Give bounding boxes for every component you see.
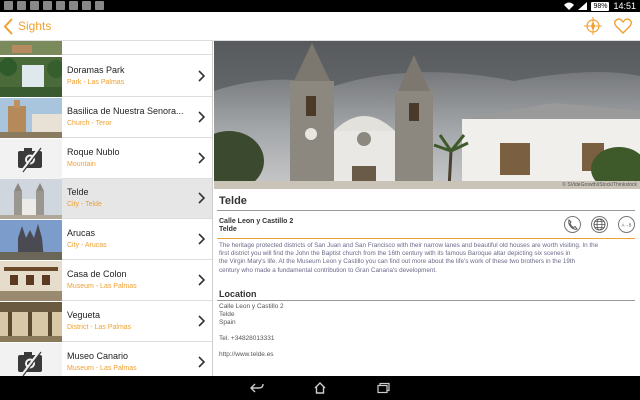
chevron-right-icon [198, 315, 205, 327]
favorite-heart-icon[interactable] [614, 18, 632, 34]
list-item-title: Casa de Colon [67, 269, 127, 279]
detail-title: Telde [219, 195, 247, 207]
directions-button[interactable]: A→B [618, 216, 635, 233]
list-item-title: Doramas Park [67, 65, 125, 75]
back-chevron-icon[interactable] [3, 18, 15, 35]
thumbnail-image [0, 179, 62, 219]
battery-indicator: 98% [591, 1, 610, 11]
thumbnail-image [0, 261, 62, 301]
list-item-title: Telde [67, 187, 89, 197]
back-nav-icon[interactable] [250, 382, 264, 394]
list-item-subtitle: City - Arucas [67, 242, 107, 249]
photo-credit: © SVideGrowth/iStock/Thinkstock [562, 182, 637, 188]
notification-icon [4, 1, 13, 10]
website-button[interactable] [591, 216, 608, 233]
list-item-arucas[interactable]: Arucas City - Arucas [0, 220, 212, 260]
thumbnail-placeholder [0, 343, 62, 376]
location-street: Calle Leon y Castillo 2 [219, 303, 284, 310]
clock: 14:51 [613, 1, 636, 11]
app-root: 98% 14:51 Sights Doramas Park Park - Las… [0, 0, 640, 400]
chevron-right-icon [198, 192, 205, 204]
phone-icon [568, 219, 578, 230]
list-item-title: Roque Nublo [67, 147, 120, 157]
address-city: Telde [219, 226, 237, 233]
divider [217, 300, 635, 301]
location-heading: Location [219, 289, 257, 299]
thumbnail-image [0, 302, 62, 342]
status-bar: 98% 14:51 [0, 0, 640, 12]
phone-number[interactable]: Tel. +34828013331 [219, 335, 274, 342]
camera-icon [18, 146, 42, 173]
compass-icon[interactable] [584, 17, 602, 35]
chevron-right-icon [198, 356, 205, 368]
notification-icon [95, 1, 104, 10]
list-item-subtitle: Museum - Las Palmas [67, 365, 137, 372]
list-item-title: Basilica de Nuestra Senora... [67, 106, 184, 116]
list-item[interactable] [0, 41, 212, 55]
notification-icons [4, 1, 104, 10]
thumbnail-image [0, 220, 62, 260]
list-item-subtitle: Museum - Las Palmas [67, 283, 137, 290]
hero-image: © SVideGrowth/iStock/Thinkstock [214, 41, 640, 189]
chevron-right-icon [198, 111, 205, 123]
page-title[interactable]: Sights [18, 19, 51, 33]
thumbnail-image [0, 57, 62, 97]
list-item-subtitle: District - Las Palmas [67, 324, 132, 331]
description-line: the Virgin Mary's life. At the Museum Le… [219, 258, 576, 266]
list-item-telde[interactable]: Telde City - Telde [0, 179, 212, 219]
list-item-subtitle: Park - Las Palmas [67, 79, 125, 86]
description-line: first district you will find the John th… [219, 250, 571, 258]
camera-icon [18, 350, 42, 376]
website-link[interactable]: http://www.telde.es [219, 351, 274, 358]
list-item-subtitle: Church - Teror [67, 120, 112, 127]
signal-icon [578, 2, 588, 10]
chevron-right-icon [198, 233, 205, 245]
accent-divider [217, 238, 635, 239]
list-item-museo-canario[interactable]: Museo Canario Museum - Las Palmas [0, 343, 212, 376]
divider [217, 210, 635, 211]
home-nav-icon[interactable] [313, 382, 327, 394]
list-item-subtitle: Mountain [67, 161, 96, 168]
chevron-right-icon [198, 274, 205, 286]
description: The heritage protected districts of San … [219, 242, 637, 275]
thumbnail-image [0, 98, 62, 138]
thumbnail-placeholder [0, 139, 62, 179]
description-line: The heritage protected districts of San … [219, 242, 599, 249]
list-item-roque-nublo[interactable]: Roque Nublo Mountain [0, 139, 212, 179]
chevron-right-icon [198, 70, 205, 82]
list-item-title: Arucas [67, 228, 96, 238]
thumbnail-image [0, 41, 62, 55]
notification-icon [56, 1, 65, 10]
list-item-doramas-park[interactable]: Doramas Park Park - Las Palmas [0, 57, 212, 97]
list-item-subtitle: City - Telde [67, 201, 102, 208]
recents-nav-icon[interactable] [377, 382, 391, 394]
description-line: century who made a fundamental contribut… [219, 266, 437, 274]
phone-button[interactable] [564, 216, 581, 233]
list-item-basilica[interactable]: Basilica de Nuestra Senora... Church - T… [0, 98, 212, 138]
wifi-icon [564, 2, 575, 10]
list-item-casa-de-colon[interactable]: Casa de Colon Museum - Las Palmas [0, 261, 212, 301]
location-city: Telde [219, 311, 235, 318]
directions-icon: A→B [622, 223, 632, 228]
list-item-vegueta[interactable]: Vegueta District - Las Palmas [0, 302, 212, 342]
notification-icon [43, 1, 52, 10]
svg-text:A→B: A→B [622, 223, 632, 228]
list-item-title: Vegueta [67, 310, 101, 320]
globe-icon [593, 218, 606, 231]
action-bar: Sights [0, 12, 640, 41]
address-line: Calle Leon y Castillo 2 [219, 218, 294, 225]
location-country: Spain [219, 319, 236, 326]
notification-icon [30, 1, 39, 10]
navigation-bar [0, 376, 640, 400]
notification-icon [17, 1, 26, 10]
notification-icon [69, 1, 78, 10]
sights-list: Doramas Park Park - Las Palmas Basilica … [0, 41, 213, 376]
notification-icon [82, 1, 91, 10]
list-item-title: Museo Canario [67, 351, 129, 361]
chevron-right-icon [198, 152, 205, 164]
